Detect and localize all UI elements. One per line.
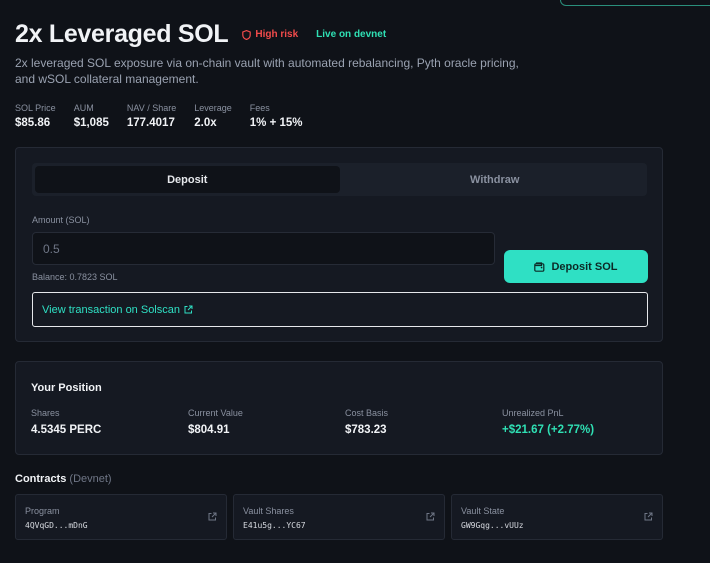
- position-card: Your Position Shares 4.5345 PERC Current…: [15, 361, 663, 455]
- page-title: 2x Leveraged SOL: [15, 20, 229, 48]
- contract-card-vault-shares[interactable]: Vault Shares E41u5g...YC67: [233, 494, 445, 540]
- stat-nav-per-share: NAV / Share 177.4017: [127, 103, 176, 129]
- position-label: Shares: [31, 408, 60, 418]
- stat-value: 177.4017: [126, 117, 175, 129]
- tab-withdraw[interactable]: Withdraw: [343, 163, 648, 196]
- stat-leverage: Leverage 2.0x: [194, 103, 232, 129]
- amount-input[interactable]: [32, 232, 495, 265]
- position-value: $783.23: [345, 424, 387, 436]
- contracts-network: (Devnet): [69, 473, 112, 485]
- stat-value: 2.0x: [194, 117, 217, 129]
- contracts-title: Contracts: [15, 473, 67, 485]
- solscan-link-label: View transaction on Solscan: [42, 303, 180, 316]
- contract-label: Program: [25, 506, 60, 516]
- stat-label: NAV / Share: [126, 103, 177, 113]
- deposit-withdraw-tabs: Deposit Withdraw: [32, 163, 647, 196]
- tab-deposit[interactable]: Deposit: [35, 166, 340, 193]
- amount-label: Amount (SOL): [32, 215, 90, 225]
- deposit-sol-button[interactable]: Deposit SOL: [504, 250, 648, 283]
- external-link-icon: [426, 512, 435, 521]
- stat-label: AUM: [73, 103, 94, 113]
- position-label: Cost Basis: [345, 408, 389, 418]
- external-link-icon: [184, 305, 193, 314]
- deposit-card: Deposit Withdraw Amount (SOL) Balance: 0…: [15, 147, 663, 342]
- page-header: 2x Leveraged SOL High risk Live on devne…: [15, 20, 386, 49]
- external-link-icon: [208, 512, 217, 521]
- stat-value: $1,085: [73, 117, 109, 129]
- network-badge: Live on devnet: [316, 29, 387, 40]
- risk-badge-label: High risk: [255, 29, 299, 40]
- contract-address: E41u5g...YC67: [243, 521, 306, 530]
- top-corner-element: [560, 0, 710, 6]
- position-label: Current Value: [188, 408, 243, 418]
- stat-sol-price: SOL Price $85.86: [15, 103, 56, 129]
- contract-address: 4QVqGD...mDnG: [25, 521, 88, 530]
- contract-card-program[interactable]: Program 4QVqGD...mDnG: [15, 494, 227, 540]
- risk-badge: High risk: [242, 29, 298, 40]
- position-value: 4.5345 PERC: [31, 424, 102, 436]
- stat-label: Leverage: [194, 103, 232, 113]
- contract-label: Vault State: [461, 506, 505, 516]
- contract-card-vault-state[interactable]: Vault State GW9Gqg...vUUz: [451, 494, 663, 540]
- position-value: +$21.67 (+2.77%): [502, 424, 595, 436]
- shield-icon: [242, 29, 252, 40]
- stat-aum: AUM $1,085: [74, 103, 109, 129]
- vault-description: 2x leveraged SOL exposure via on-chain v…: [15, 56, 519, 86]
- stat-fees: Fees 1% + 15%: [250, 103, 303, 129]
- position-metrics: Shares 4.5345 PERC Current Value $804.91…: [31, 408, 661, 436]
- stat-value: $85.86: [15, 117, 51, 129]
- position-current-value: Current Value $804.91: [188, 408, 345, 436]
- vault-page: 2x Leveraged SOL High risk Live on devne…: [0, 0, 710, 563]
- position-label: Unrealized PnL: [502, 408, 564, 418]
- stat-value: 1% + 15%: [249, 117, 303, 129]
- wallet-icon: [534, 261, 545, 272]
- solscan-transaction-link[interactable]: View transaction on Solscan: [32, 292, 648, 327]
- contract-address: GW9Gqg...vUUz: [461, 521, 524, 530]
- deposit-sol-button-label: Deposit SOL: [551, 260, 618, 273]
- vault-stats: SOL Price $85.86 AUM $1,085 NAV / Share …: [15, 103, 321, 129]
- stat-label: SOL Price: [15, 103, 56, 113]
- position-unrealized-pnl: Unrealized PnL +$21.67 (+2.77%): [502, 408, 659, 436]
- stat-label: Fees: [249, 103, 270, 113]
- position-title: Your Position: [31, 382, 102, 394]
- position-shares: Shares 4.5345 PERC: [31, 408, 188, 436]
- position-value: $804.91: [188, 424, 230, 436]
- external-link-icon: [644, 512, 653, 521]
- contracts-heading: Contracts (Devnet): [15, 473, 112, 485]
- contract-label: Vault Shares: [243, 506, 294, 516]
- position-cost-basis: Cost Basis $783.23: [345, 408, 502, 436]
- wallet-balance: Balance: 0.7823 SOL: [32, 272, 118, 282]
